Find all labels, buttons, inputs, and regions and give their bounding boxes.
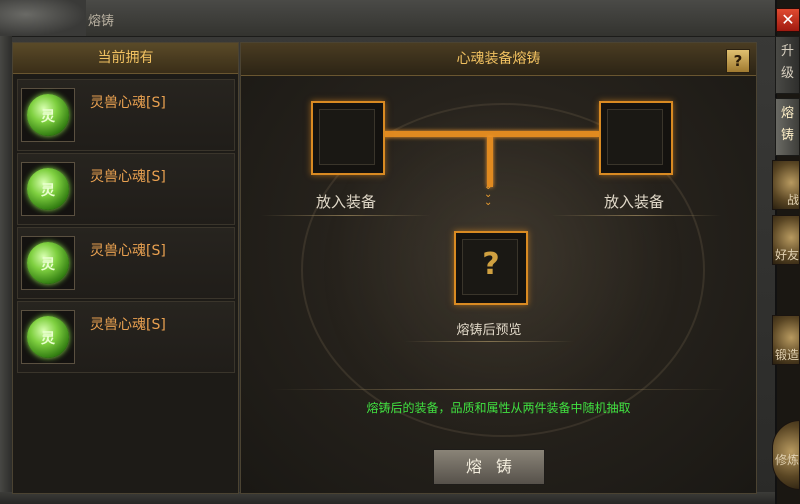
divider [271, 389, 726, 390]
owned-item-name: 灵兽心魂[S] [90, 169, 166, 185]
tab-upgrade[interactable]: 升级 [775, 36, 800, 94]
equipment-slot-left[interactable] [311, 101, 385, 175]
slot-left-label: 放入装备 [315, 193, 376, 211]
forge-button[interactable]: 熔铸 [433, 449, 545, 485]
owned-item-row[interactable]: 灵 灵兽心魂[S] [17, 153, 235, 225]
help-button[interactable]: ? [726, 49, 750, 73]
window-frame: 熔铸 当前拥有 灵 灵兽心魂[S] 灵 灵兽心魂[S] 灵 灵兽心魂[S] 灵 … [0, 0, 777, 504]
forge-hint-text: 熔铸后的装备，品质和属性从两件装备中随机抽取 [366, 401, 631, 415]
frame-left-border [0, 36, 12, 496]
owned-items-header: 当前拥有 [13, 43, 238, 74]
forge-panel-header: 心魂装备熔铸 [241, 43, 756, 76]
forge-panel: 心魂装备熔铸 ? ⌄ ⌄ ⌄ ? 放入装备 放入装备 熔铸后预览 熔铸后的装备，品质… [240, 42, 757, 494]
divider [551, 215, 721, 216]
close-icon[interactable]: ✕ [776, 8, 800, 32]
question-mark-icon: ? [482, 247, 500, 282]
preview-label: 熔铸后预览 [456, 323, 522, 338]
owned-item-name: 灵兽心魂[S] [90, 95, 166, 111]
tab-forge[interactable]: 熔铸 [775, 98, 800, 156]
spirit-soul-icon[interactable]: 灵 [21, 310, 75, 364]
title-bar[interactable]: 熔铸 [0, 0, 775, 37]
dragon-ornament-icon [0, 0, 86, 36]
tab-friends[interactable]: 好友 [772, 215, 800, 265]
tab-battle[interactable]: 战 [772, 160, 800, 210]
divider [404, 341, 574, 342]
owned-item-name: 灵兽心魂[S] [90, 317, 166, 333]
chevron-down-icon: ⌄ ⌄ ⌄ [484, 181, 493, 208]
slot-right-label: 放入装备 [603, 193, 664, 211]
spirit-soul-icon[interactable]: 灵 [21, 88, 75, 142]
spirit-soul-icon[interactable]: 灵 [21, 236, 75, 290]
owned-item-row[interactable]: 灵 灵兽心魂[S] [17, 79, 235, 151]
owned-item-row[interactable]: 灵 灵兽心魂[S] [17, 227, 235, 299]
owned-item-row[interactable]: 灵 灵兽心魂[S] [17, 301, 235, 373]
spirit-soul-icon[interactable]: 灵 [21, 162, 75, 216]
window-title: 熔铸 [88, 14, 115, 29]
tab-craft[interactable]: 锻造 [772, 315, 800, 365]
owned-item-name: 灵兽心魂[S] [90, 243, 166, 259]
connector-vertical [487, 137, 493, 187]
equipment-slot-right[interactable] [599, 101, 673, 175]
forge-preview-slot[interactable]: ? [454, 231, 528, 305]
divider [261, 215, 431, 216]
owned-items-panel: 当前拥有 灵 灵兽心魂[S] 灵 灵兽心魂[S] 灵 灵兽心魂[S] 灵 灵兽心… [12, 42, 239, 494]
